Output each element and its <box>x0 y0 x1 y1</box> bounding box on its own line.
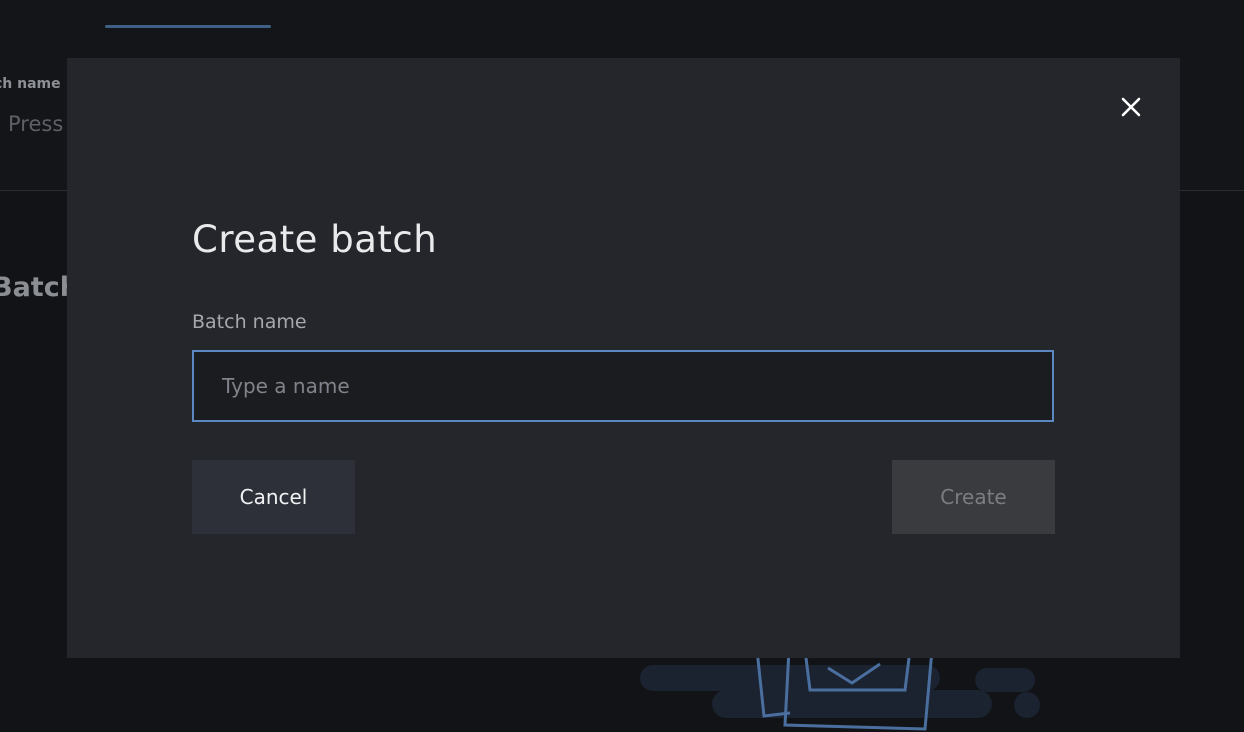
close-icon <box>1121 97 1141 117</box>
dialog-title: Create batch <box>192 218 438 261</box>
close-button[interactable] <box>1118 94 1144 120</box>
create-button[interactable]: Create <box>892 460 1055 534</box>
batch-name-input[interactable] <box>192 350 1054 422</box>
batch-name-label: Batch name <box>192 311 307 333</box>
app-page: ch name Press Batch Create batch Batch n… <box>0 0 1244 732</box>
create-batch-dialog: Create batch Batch name Cancel Create <box>67 58 1180 658</box>
cancel-button[interactable]: Cancel <box>192 460 355 534</box>
